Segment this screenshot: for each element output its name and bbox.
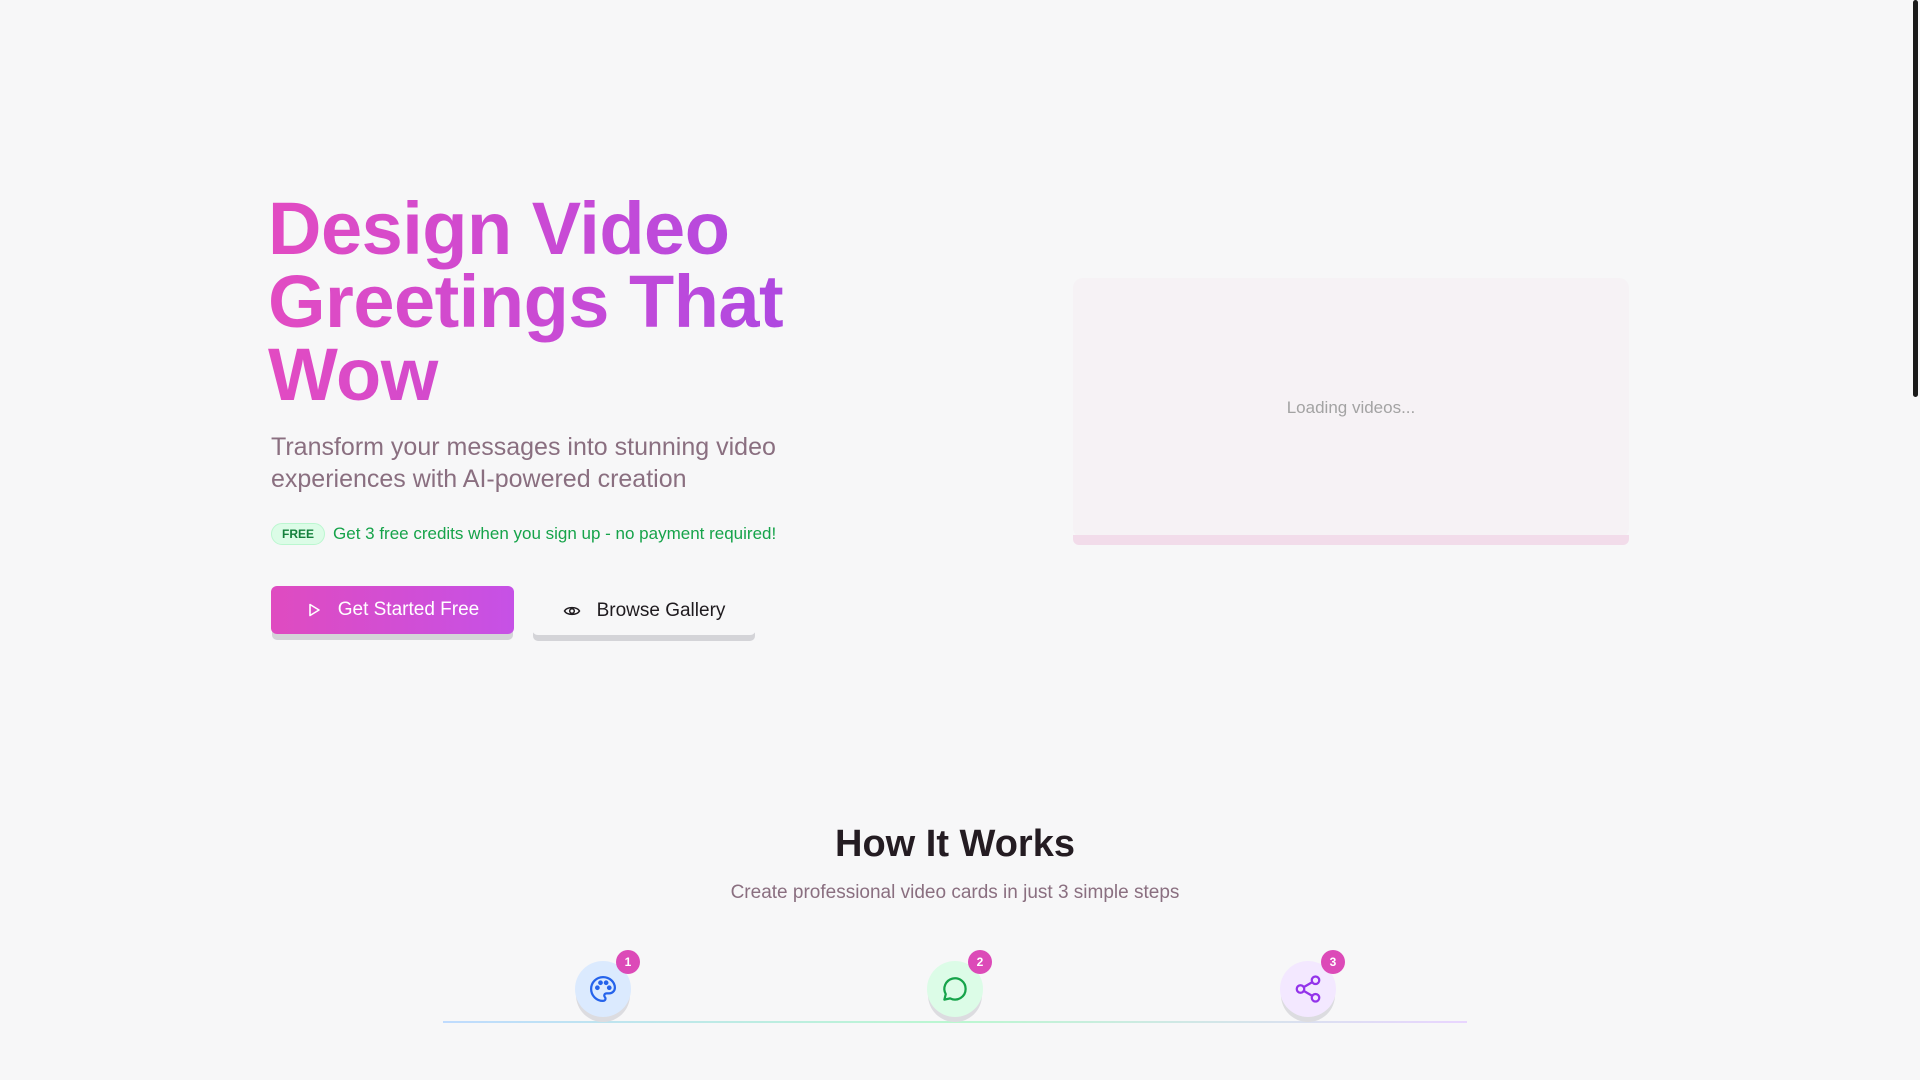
get-started-button[interactable]: Get Started Free xyxy=(271,586,514,634)
free-badge: FREE xyxy=(271,523,326,545)
how-it-works-subtitle: Create professional video cards in just … xyxy=(730,882,1180,903)
step-3: 3 xyxy=(1280,950,1345,1017)
step-1: 1 xyxy=(575,950,640,1017)
browse-gallery-label: Browse Gallery xyxy=(596,600,726,621)
chat-bubble-icon xyxy=(940,974,970,1004)
how-it-works-title: How It Works xyxy=(835,823,1075,865)
steps-timeline xyxy=(443,1021,1467,1023)
step-number-badge: 2 xyxy=(968,950,992,974)
share-icon xyxy=(1293,974,1323,1004)
hero-title-line-3: Wow xyxy=(268,333,438,416)
scrollbar-thumb[interactable] xyxy=(1913,0,1918,397)
video-preview-footer-bar xyxy=(1073,535,1629,545)
play-icon xyxy=(306,602,322,618)
hero-subtitle: Transform your messages into stunning vi… xyxy=(271,433,776,493)
step-number-badge: 1 xyxy=(616,950,640,974)
browse-gallery-button[interactable]: Browse Gallery xyxy=(532,587,756,635)
palette-icon xyxy=(588,974,618,1004)
page-scrollbar[interactable] xyxy=(1912,0,1920,1080)
get-started-label: Get Started Free xyxy=(337,599,480,620)
hero-title: Design Video Greetings That Wow xyxy=(268,192,888,411)
step-number-badge: 3 xyxy=(1321,950,1345,974)
eye-icon xyxy=(563,602,581,620)
free-credits-text: Get 3 free credits when you sign up - no… xyxy=(333,524,777,543)
hero-title-line-1: Design Video xyxy=(268,187,730,270)
free-credits-notice: FREE Get 3 free credits when you sign up… xyxy=(271,523,776,545)
loading-videos-text: Loading videos... xyxy=(1286,398,1416,417)
hero-title-line-2: Greetings That xyxy=(268,260,784,343)
step-2: 2 xyxy=(927,950,992,1017)
